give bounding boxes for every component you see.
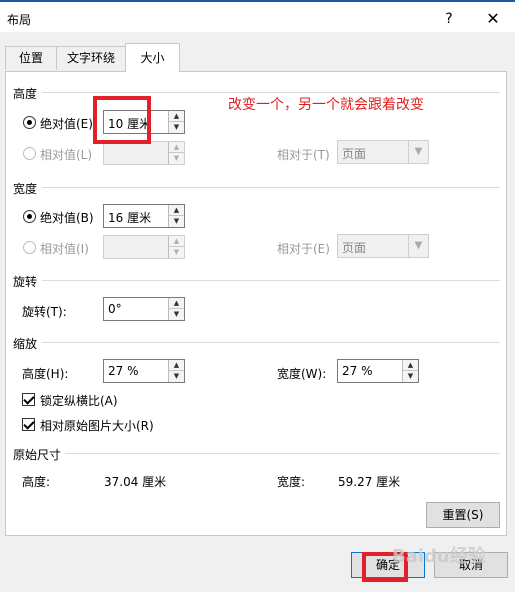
height-section-title: 高度 bbox=[13, 87, 38, 101]
rotation-section-title: 旋转 bbox=[13, 275, 38, 289]
divider bbox=[42, 92, 500, 93]
width-absolute-value: 16 厘米 bbox=[108, 211, 152, 225]
scale-height-spinner: ▲ ▼ bbox=[168, 360, 184, 382]
scale-height-label: 高度(H): bbox=[22, 367, 69, 381]
tab-position[interactable]: 位置 bbox=[5, 46, 57, 70]
spin-down-icon[interactable]: ▼ bbox=[169, 122, 184, 133]
width-relative-label: 相对值(I) bbox=[40, 242, 89, 256]
spin-up-icon[interactable]: ▲ bbox=[169, 298, 184, 309]
height-relative-input[interactable]: ▲ ▼ bbox=[103, 141, 185, 165]
close-icon[interactable]: ✕ bbox=[480, 8, 506, 30]
window-title: 布局 bbox=[7, 13, 32, 27]
rotation-spinner: ▲ ▼ bbox=[168, 298, 184, 320]
width-absolute-radio[interactable] bbox=[23, 210, 36, 223]
original-width-label: 宽度: bbox=[277, 475, 306, 489]
tab-text-wrap[interactable]: 文字环绕 bbox=[56, 46, 126, 70]
height-relative-to-select[interactable]: 页面 ▼ bbox=[337, 140, 429, 164]
scale-width-input[interactable]: 27 % ▲ ▼ bbox=[337, 359, 419, 383]
divider bbox=[65, 453, 500, 454]
relative-original-label: 相对原始图片大小(R) bbox=[40, 419, 154, 433]
width-spinner: ▲ ▼ bbox=[168, 205, 184, 227]
spin-down-icon[interactable]: ▼ bbox=[169, 247, 184, 258]
spin-up-icon[interactable]: ▲ bbox=[169, 236, 184, 247]
divider bbox=[42, 187, 500, 188]
lock-aspect-label: 锁定纵横比(A) bbox=[40, 394, 118, 408]
scale-width-label: 宽度(W): bbox=[277, 367, 327, 381]
rotation-input[interactable]: 0° ▲ ▼ bbox=[103, 297, 185, 321]
help-icon[interactable]: ? bbox=[437, 8, 461, 30]
chevron-down-icon: ▼ bbox=[408, 141, 428, 163]
divider bbox=[42, 342, 500, 343]
tab-size[interactable]: 大小 bbox=[125, 43, 180, 72]
spin-down-icon[interactable]: ▼ bbox=[169, 371, 184, 382]
spin-up-icon[interactable]: ▲ bbox=[169, 142, 184, 153]
width-section-title: 宽度 bbox=[13, 182, 38, 196]
relative-original-checkbox[interactable] bbox=[22, 418, 35, 431]
rotation-label: 旋转(T): bbox=[22, 305, 67, 319]
spin-down-icon[interactable]: ▼ bbox=[169, 309, 184, 320]
scale-section-title: 缩放 bbox=[13, 337, 38, 351]
width-absolute-input[interactable]: 16 厘米 ▲ ▼ bbox=[103, 204, 185, 228]
width-relative-spinner: ▲ ▼ bbox=[168, 236, 184, 258]
scale-height-value: 27 % bbox=[108, 364, 139, 378]
height-absolute-input[interactable]: 10 厘米 ▲ ▼ bbox=[103, 110, 185, 134]
scale-height-input[interactable]: 27 % ▲ ▼ bbox=[103, 359, 185, 383]
spin-down-icon[interactable]: ▼ bbox=[169, 153, 184, 164]
rotation-value: 0° bbox=[108, 302, 122, 316]
spin-up-icon[interactable]: ▲ bbox=[403, 360, 418, 371]
width-relative-input[interactable]: ▲ ▼ bbox=[103, 235, 185, 259]
reset-button[interactable]: 重置(S) bbox=[426, 502, 500, 528]
original-height-label: 高度: bbox=[22, 475, 51, 489]
spin-up-icon[interactable]: ▲ bbox=[169, 205, 184, 216]
width-relative-to-label: 相对于(E) bbox=[277, 242, 330, 256]
width-relative-to-select[interactable]: 页面 ▼ bbox=[337, 234, 429, 258]
height-relative-radio[interactable] bbox=[23, 147, 36, 160]
height-relative-to-value: 页面 bbox=[342, 147, 367, 161]
size-panel bbox=[5, 71, 507, 536]
spin-down-icon[interactable]: ▼ bbox=[403, 371, 418, 382]
scale-width-value: 27 % bbox=[342, 364, 373, 378]
height-absolute-radio[interactable] bbox=[23, 116, 36, 129]
height-absolute-label: 绝对值(E) bbox=[40, 117, 93, 131]
original-height-value: 37.04 厘米 bbox=[104, 475, 167, 489]
scale-width-spinner: ▲ ▼ bbox=[402, 360, 418, 382]
height-relative-to-label: 相对于(T) bbox=[277, 148, 330, 162]
height-relative-spinner: ▲ ▼ bbox=[168, 142, 184, 164]
watermark-logo: Baidu经验 bbox=[392, 546, 486, 567]
spin-down-icon[interactable]: ▼ bbox=[169, 216, 184, 227]
annotation-text: 改变一个，另一个就会跟着改变 bbox=[228, 97, 424, 113]
height-relative-label: 相对值(L) bbox=[40, 148, 93, 162]
divider bbox=[42, 280, 500, 281]
title-bar: 布局 ? ✕ bbox=[0, 2, 515, 32]
height-spinner: ▲ ▼ bbox=[168, 111, 184, 133]
width-relative-radio[interactable] bbox=[23, 241, 36, 254]
width-absolute-label: 绝对值(B) bbox=[40, 211, 94, 225]
spin-up-icon[interactable]: ▲ bbox=[169, 360, 184, 371]
original-section-title: 原始尺寸 bbox=[13, 448, 62, 462]
lock-aspect-checkbox[interactable] bbox=[22, 393, 35, 406]
chevron-down-icon: ▼ bbox=[408, 235, 428, 257]
spin-up-icon[interactable]: ▲ bbox=[169, 111, 184, 122]
width-relative-to-value: 页面 bbox=[342, 241, 367, 255]
height-absolute-value: 10 厘米 bbox=[108, 117, 152, 131]
original-width-value: 59.27 厘米 bbox=[338, 475, 401, 489]
